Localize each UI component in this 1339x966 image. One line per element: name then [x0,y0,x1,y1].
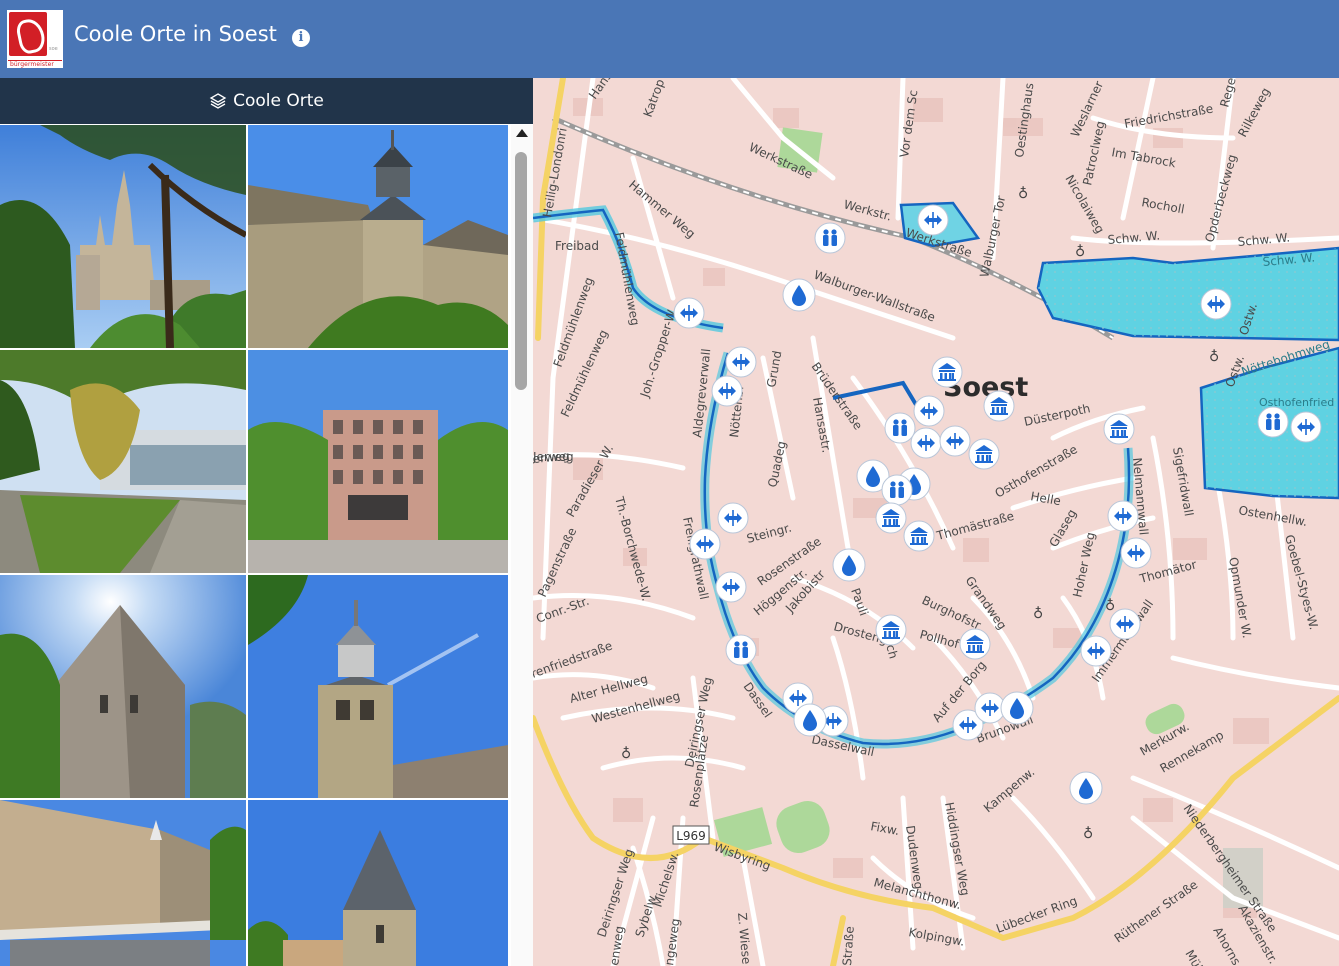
poi-marker [1069,771,1103,805]
poi-marker [717,502,749,534]
street-label: Straße [840,926,857,966]
photo-thumbnail-garden[interactable] [0,350,246,573]
app-header: soe bürgermeister Coole Orte in Soest i [0,0,1339,78]
coat-of-arms-icon [9,12,47,56]
poi-marker [1000,691,1034,725]
photo-image [248,125,508,348]
poi-marker [1290,411,1322,443]
map-canvas[interactable]: L969 Hansa Katrop Werkstraße Werkstr. We… [533,78,1339,966]
poi-marker [814,222,846,254]
info-icon[interactable]: i [292,29,310,47]
photo-image [0,350,246,573]
svg-text:♁: ♁ [1083,826,1093,842]
photo-image [248,350,508,573]
poi-marker [1107,500,1139,532]
svg-text:♁: ♁ [1105,598,1115,614]
photo-thumbnail-pointed-tower[interactable] [248,800,508,966]
photo-thumbnail-church-sun[interactable] [0,575,246,798]
photo-image [0,800,246,966]
photo-image [248,800,508,966]
layers-icon [209,93,227,109]
poi-marker [1120,537,1152,569]
scroll-thumb[interactable] [515,152,527,390]
scroll-up-icon[interactable] [516,129,528,137]
svg-text:♁: ♁ [1209,349,1219,365]
photo-thumbnail-cathedral[interactable] [0,125,246,348]
poi-marker [917,204,949,236]
poi-marker [910,427,942,459]
poi-marker [782,278,816,312]
poi-marker [673,297,705,329]
street-label: Freibad [555,239,599,253]
tab-label: Coole Orte [233,91,324,111]
svg-text:♁: ♁ [1075,244,1085,260]
poi-marker [913,395,945,427]
poi-marker [931,356,963,388]
poi-marker [715,571,747,603]
photo-thumbnail-museum[interactable] [0,800,246,966]
photo-thumbnail-cupola-tower[interactable] [248,575,508,798]
photo-gallery [0,125,510,966]
svg-text:♁: ♁ [1018,186,1028,202]
poi-marker [689,528,721,560]
poi-marker [1080,635,1112,667]
svg-text:♁: ♁ [621,746,631,762]
poi-marker [968,438,1000,470]
app-title: Coole Orte in Soest [74,22,277,46]
photo-thumbnail-church-tower[interactable] [248,125,508,348]
poi-marker [903,520,935,552]
poi-marker [1109,608,1141,640]
gallery-scrollbar[interactable] [511,125,533,966]
poi-marker [939,425,971,457]
photo-image [0,125,246,348]
poi-marker [875,614,907,646]
logo-caption: bürgermeister [10,61,54,68]
poi-marker [959,628,991,660]
poi-marker [875,502,907,534]
poi-marker [711,375,743,407]
tab-coole-orte[interactable]: Coole Orte [0,78,533,124]
poi-marker [1103,413,1135,445]
poi-marker [793,703,827,737]
poi-marker [881,474,913,506]
logo-side-text: soe [49,46,58,52]
svg-text:♁: ♁ [1033,606,1043,622]
photo-image [0,575,246,798]
poi-marker [832,548,866,582]
map-view[interactable]: L969 Hansa Katrop Werkstraße Werkstr. We… [533,78,1339,966]
poi-marker [1200,288,1232,320]
poi-marker [725,634,757,666]
street-label: Jerweg [533,450,574,464]
svg-text:L969: L969 [676,829,706,843]
road-badge-l969: L969 [672,825,710,845]
poi-marker [725,346,757,378]
poi-marker [884,412,916,444]
photo-thumbnail-soest-building[interactable] [248,350,508,573]
layer-panel: Coole Orte [0,78,533,966]
poi-marker [1257,406,1289,438]
photo-image [248,575,508,798]
poi-marker [983,390,1015,422]
city-logo[interactable]: soe bürgermeister [7,10,63,68]
